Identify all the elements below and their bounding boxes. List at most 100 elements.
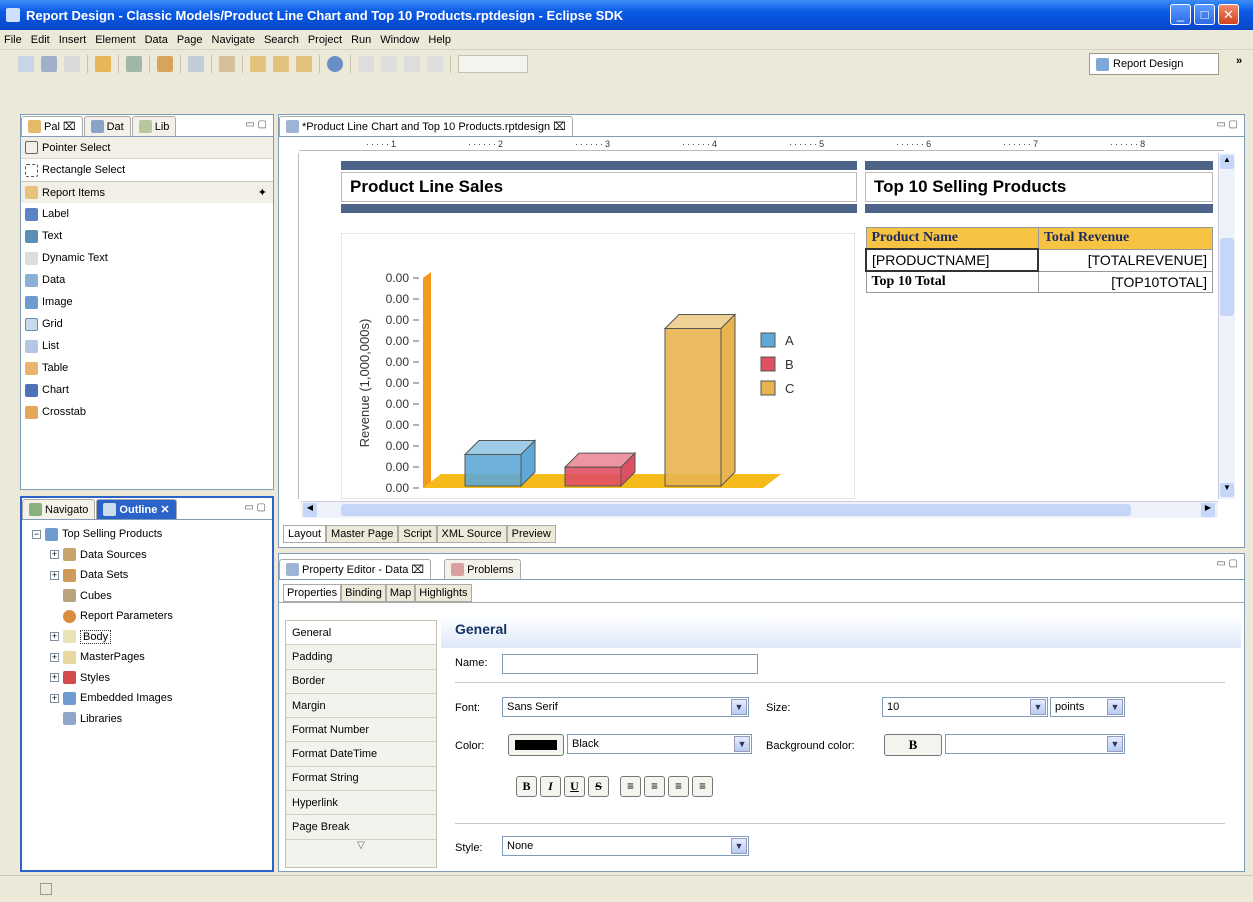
- expand-icon[interactable]: +: [50, 570, 59, 580]
- align-right-button[interactable]: ≡: [668, 776, 689, 797]
- tab-xml-source[interactable]: XML Source: [436, 525, 507, 543]
- minimize-maximize-icon[interactable]: ▭ ▢: [245, 119, 267, 130]
- tab-layout[interactable]: Layout: [283, 525, 327, 543]
- menu-help[interactable]: Help: [428, 34, 451, 46]
- next-annotation-icon[interactable]: [358, 56, 374, 72]
- tab-preview[interactable]: Preview: [506, 525, 556, 543]
- task-icon[interactable]: [188, 56, 204, 72]
- category-border[interactable]: Border: [286, 669, 436, 694]
- chevron-down-icon[interactable]: ▼: [731, 838, 747, 854]
- scroll-right-icon[interactable]: ▶: [1201, 503, 1215, 517]
- menu-navigate[interactable]: Navigate: [212, 34, 255, 46]
- editor-vertical-scrollbar[interactable]: ▲ ▼: [1218, 153, 1235, 499]
- chevron-down-icon[interactable]: ▼: [1107, 736, 1123, 752]
- category-general[interactable]: General: [286, 621, 436, 646]
- chevron-down-icon[interactable]: ▼: [731, 699, 747, 715]
- tree-item-data-sources[interactable]: + Data Sources: [32, 545, 272, 566]
- top-selling-products-title[interactable]: Top 10 Selling Products: [865, 172, 1213, 202]
- palette-item-data[interactable]: Data: [21, 269, 273, 291]
- paste-icon[interactable]: [273, 56, 289, 72]
- menu-data[interactable]: Data: [145, 34, 168, 46]
- font-select[interactable]: Sans Serif ▼: [502, 697, 749, 717]
- palette-item-dynamic-text[interactable]: Dynamic Text: [21, 247, 273, 269]
- background-color-select[interactable]: ▼: [945, 734, 1125, 754]
- category-padding[interactable]: Padding: [286, 645, 436, 670]
- globe-icon[interactable]: [327, 56, 343, 72]
- tree-item-body[interactable]: + Body: [32, 627, 272, 648]
- tree-item-data-sets[interactable]: + Data Sets: [32, 565, 272, 586]
- tree-item-embedded-images[interactable]: + Embedded Images: [32, 688, 272, 709]
- report-items-drawer[interactable]: Report Items ✦: [21, 181, 273, 203]
- layout-icon[interactable]: [296, 56, 312, 72]
- size-unit-select[interactable]: points ▼: [1050, 697, 1125, 717]
- menu-search[interactable]: Search: [264, 34, 299, 46]
- print-icon[interactable]: [64, 56, 80, 72]
- preview-icon[interactable]: [126, 56, 142, 72]
- tree-item-masterpages[interactable]: + MasterPages: [32, 647, 272, 668]
- pointer-select-tool[interactable]: Pointer Select: [21, 137, 273, 159]
- pin-icon[interactable]: ✦: [258, 186, 267, 199]
- tree-item-styles[interactable]: + Styles: [32, 668, 272, 689]
- subtab-properties[interactable]: Properties: [283, 584, 342, 602]
- cell-top10-label[interactable]: Top 10 Total: [865, 270, 1039, 293]
- category-format-datetime[interactable]: Format DateTime: [286, 742, 436, 767]
- menu-element[interactable]: Element: [95, 34, 135, 46]
- color-picker-button[interactable]: [508, 734, 564, 756]
- category-hyperlink[interactable]: Hyperlink: [286, 791, 436, 816]
- menu-run[interactable]: Run: [351, 34, 371, 46]
- scroll-left-icon[interactable]: ◀: [303, 503, 317, 517]
- palette-item-label[interactable]: Label: [21, 203, 273, 225]
- product-line-chart[interactable]: 0.00 0.00 0.00 0.00 0.00 0.00 0.00 0.00 0.00 0.00…: [341, 233, 855, 499]
- header-product-name[interactable]: Product Name: [865, 227, 1039, 250]
- italic-button[interactable]: I: [540, 776, 561, 797]
- menu-window[interactable]: Window: [380, 34, 419, 46]
- open-icon[interactable]: [95, 56, 111, 72]
- forward-icon[interactable]: [427, 56, 443, 72]
- zoom-select[interactable]: [458, 55, 528, 73]
- tree-root[interactable]: − Top Selling Products: [32, 524, 272, 545]
- color-select[interactable]: Black ▼: [567, 734, 752, 754]
- prev-annotation-icon[interactable]: [381, 56, 397, 72]
- palette-item-chart[interactable]: Chart: [21, 379, 273, 401]
- category-format-number[interactable]: Format Number: [286, 718, 436, 743]
- chevron-down-icon[interactable]: ▼: [1107, 699, 1123, 715]
- tab-navigator[interactable]: Navigato: [22, 499, 96, 519]
- product-line-sales-title[interactable]: Product Line Sales: [341, 172, 857, 202]
- category-margin[interactable]: Margin: [286, 693, 436, 719]
- chevron-down-icon[interactable]: ▼: [734, 736, 750, 752]
- search-icon[interactable]: [157, 56, 173, 72]
- tab-outline[interactable]: Outline ✕: [96, 499, 177, 519]
- editor-minmax-icon[interactable]: ▭ ▢: [1216, 119, 1238, 130]
- category-page-break[interactable]: Page Break: [286, 815, 436, 840]
- new-icon[interactable]: [18, 56, 34, 72]
- tab-problems[interactable]: Problems: [444, 559, 521, 579]
- palette-item-grid[interactable]: Grid: [21, 313, 273, 335]
- chevron-down-icon[interactable]: ▼: [1030, 699, 1046, 715]
- size-select[interactable]: 10 ▼: [882, 697, 1048, 717]
- scroll-more-icon[interactable]: ▽: [286, 840, 436, 851]
- tab-script[interactable]: Script: [398, 525, 437, 543]
- cell-top10total[interactable]: [TOP10TOTAL]: [1037, 270, 1214, 293]
- property-minmax-icon[interactable]: ▭ ▢: [1216, 558, 1238, 569]
- header-total-revenue[interactable]: Total Revenue: [1037, 227, 1214, 250]
- menu-project[interactable]: Project: [308, 34, 342, 46]
- align-center-button[interactable]: ≡: [644, 776, 665, 797]
- collapse-icon[interactable]: −: [32, 529, 41, 539]
- back-icon[interactable]: [404, 56, 420, 72]
- fast-view-icon[interactable]: [40, 883, 52, 895]
- menu-insert[interactable]: Insert: [59, 34, 87, 46]
- tab-data-explorer[interactable]: Dat: [83, 116, 131, 136]
- tree-item-report-parameters[interactable]: Report Parameters: [32, 606, 272, 627]
- category-format-string[interactable]: Format String: [286, 766, 436, 792]
- outline-minmax-icon[interactable]: ▭ ▢: [244, 502, 266, 513]
- scroll-thumb[interactable]: [1220, 238, 1234, 316]
- tree-item-cubes[interactable]: Cubes: [32, 586, 272, 607]
- editor-horizontal-scrollbar[interactable]: ◀ ▶: [301, 501, 1218, 518]
- tab-library[interactable]: Lib: [131, 116, 177, 136]
- justify-button[interactable]: ≡: [692, 776, 713, 797]
- tab-palette[interactable]: Pal ⌧: [21, 116, 83, 136]
- menu-file[interactable]: File: [4, 34, 22, 46]
- top-products-table[interactable]: Product Name Total Revenue [PRODUCTNAME]…: [864, 227, 1214, 293]
- background-color-button[interactable]: B: [884, 734, 942, 756]
- rectangle-select-tool[interactable]: Rectangle Select: [21, 159, 273, 181]
